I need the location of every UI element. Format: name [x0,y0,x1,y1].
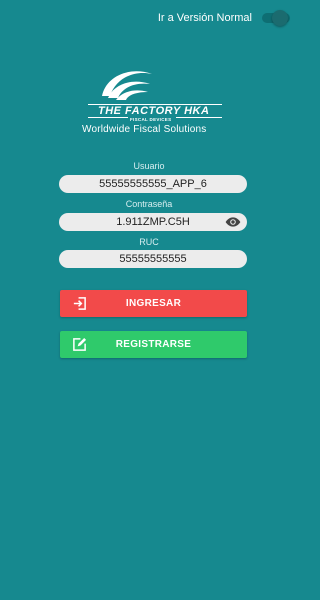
register-button[interactable]: REGISTRARSE [60,331,247,358]
logo-left-line [88,117,128,118]
password-value: 1.911ZMP.C5H [116,216,190,228]
register-button-label: REGISTRARSE [115,339,192,350]
logo-brand-text: THE FACTORY HKA [98,105,210,117]
logo-right-line [176,117,222,118]
usuario-field[interactable]: 55555555555_APP_6 [59,175,247,193]
top-bar: Ir a Versión Normal [0,8,298,32]
version-toggle-switch[interactable] [262,10,290,26]
eye-icon[interactable] [225,215,241,229]
company-logo: THE FACTORY HKA FISCAL DEVICES Worldwide… [80,66,228,138]
toggle-thumb [272,10,288,26]
ruc-value: 55555555555 [119,253,187,265]
version-toggle-label: Ir a Versión Normal [157,12,252,24]
password-field[interactable]: 1.911ZMP.C5H [59,213,247,231]
login-button-label: INGRESAR [125,298,182,309]
logo-tagline: Worldwide Fiscal Solutions [82,124,207,135]
ruc-field[interactable]: 55555555555 [59,250,247,268]
logo-sub-text: FISCAL DEVICES [130,117,172,122]
password-label: Contraseña [125,199,173,209]
login-button[interactable]: INGRESAR [60,290,247,317]
usuario-value: 55555555555_APP_6 [99,178,207,190]
ruc-label: RUC [139,237,159,247]
logo-swoosh-icon [102,71,152,100]
usuario-label: Usuario [133,161,165,171]
